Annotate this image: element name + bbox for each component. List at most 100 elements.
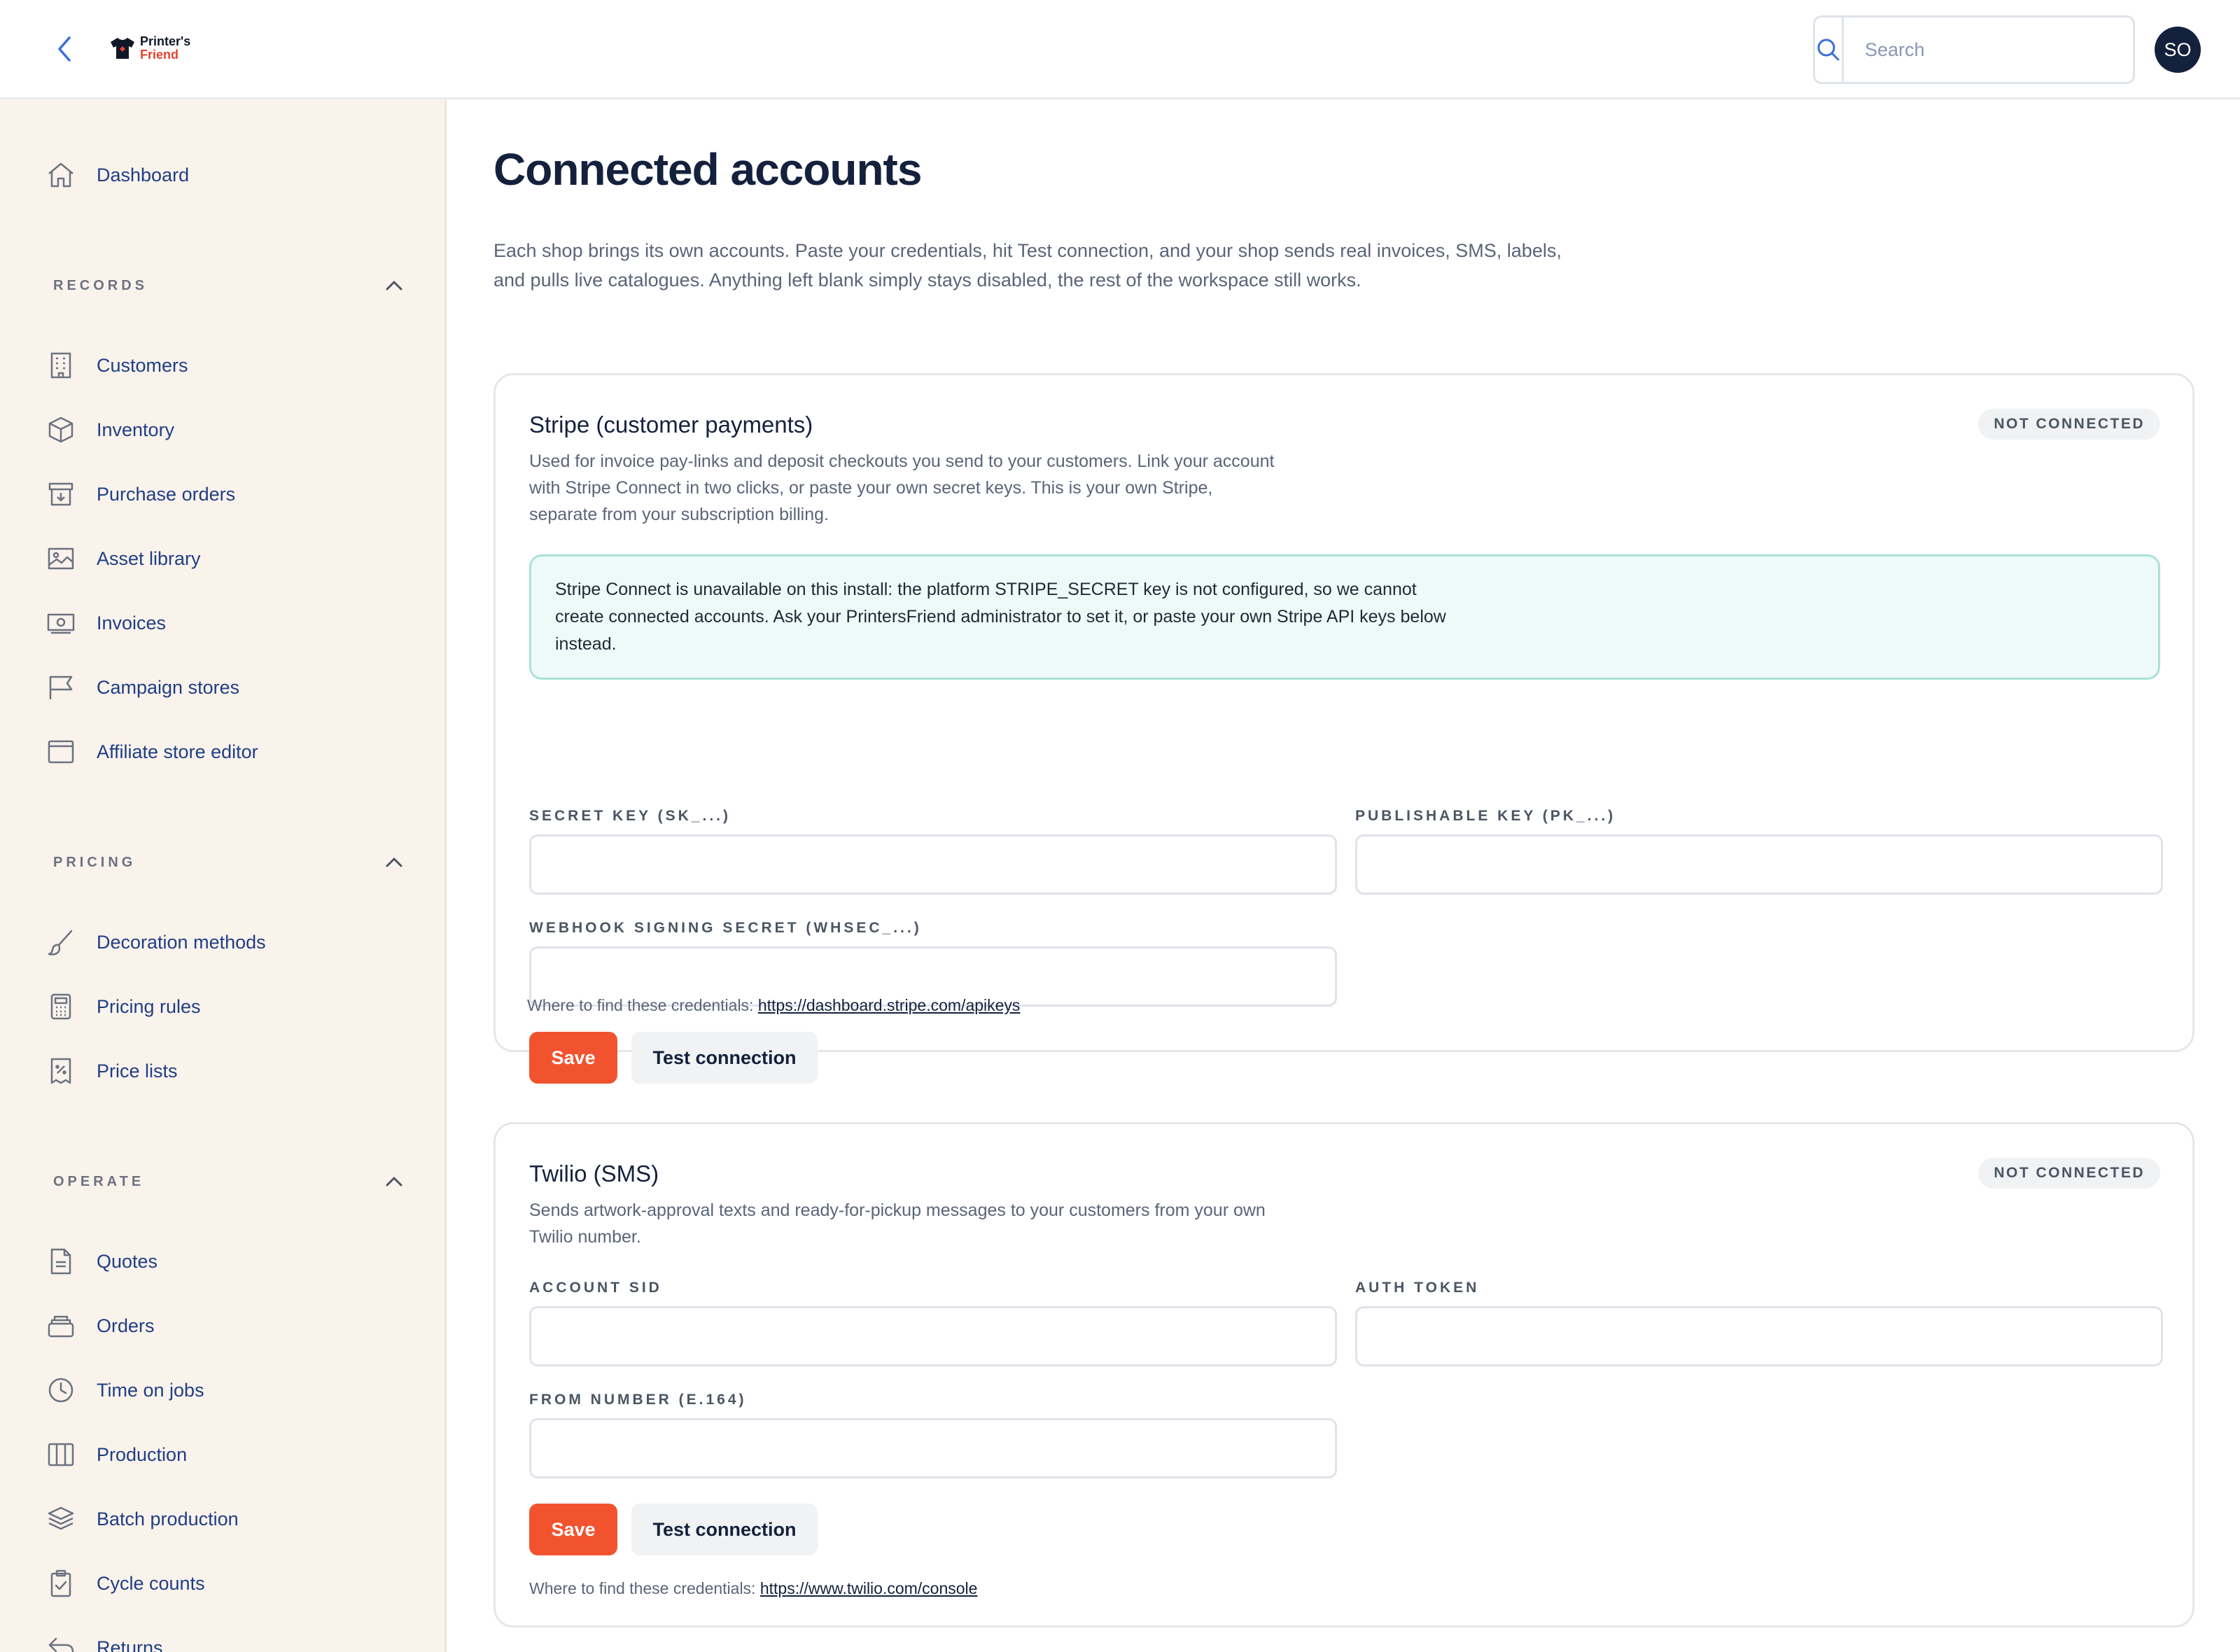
stripe-apikeys-link[interactable]: https://dashboard.stripe.com/apikeys [758, 996, 1021, 1014]
field-label: WEBHOOK SIGNING SECRET (WHSEC_...) [529, 920, 922, 936]
test-connection-button[interactable]: Test connection [631, 1032, 818, 1084]
search-icon[interactable] [1815, 18, 1844, 82]
sidebar-item-orders[interactable]: Orders [45, 1305, 155, 1347]
sidebar-label: Batch production [97, 1508, 239, 1530]
sidebar-label: Production [97, 1443, 188, 1465]
sidebar-label: Affiliate store editor [97, 741, 258, 762]
from-number-input[interactable] [529, 1418, 1337, 1478]
auth-token-input[interactable] [1355, 1306, 2163, 1366]
columns-icon [45, 1438, 77, 1471]
sidebar-item-inventory[interactable]: Inventory [45, 409, 174, 451]
chevron-up-icon [386, 281, 402, 290]
credentials-help: Where to find these credentials: https:/… [529, 1579, 977, 1598]
page-title: Connected accounts [493, 144, 922, 195]
clock-icon [45, 1374, 77, 1406]
sidebar-item-invoices[interactable]: Invoices [45, 602, 166, 644]
brush-icon [45, 926, 77, 958]
sidebar-item-campaign-stores[interactable]: Campaign stores [45, 666, 239, 708]
card-title: Twilio (SMS) [529, 1161, 659, 1186]
sidebar-label: Inventory [97, 419, 175, 440]
credentials-help: Where to find these credentials: https:/… [527, 996, 1020, 1015]
chevron-left-icon [58, 36, 71, 62]
section-toggle-records[interactable]: RECORDS [53, 272, 403, 300]
sidebar-item-dashboard[interactable]: Dashboard [45, 154, 189, 196]
sidebar-item-customers[interactable]: Customers [45, 344, 188, 386]
card-description: Sends artwork-approval texts and ready-f… [529, 1200, 1266, 1247]
sidebar-label: Dashboard [97, 164, 190, 186]
flag-icon [45, 671, 77, 704]
search-input[interactable] [1844, 18, 2134, 82]
credentials-help-text: Where to find these credentials: [527, 996, 754, 1014]
account-sid-input[interactable] [529, 1306, 1337, 1366]
field-label: PUBLISHABLE KEY (PK_...) [1355, 808, 1616, 824]
publishable-key-input[interactable] [1355, 834, 2163, 895]
sidebar-item-batch-production[interactable]: Batch production [45, 1498, 239, 1540]
sidebar-item-asset-library[interactable]: Asset library [45, 538, 201, 580]
section-toggle-operate[interactable]: OPERATE [53, 1168, 403, 1196]
test-connection-button[interactable]: Test connection [631, 1504, 818, 1555]
sidebar-item-decoration-methods[interactable]: Decoration methods [45, 921, 266, 963]
sidebar-item-quotes[interactable]: Quotes [45, 1240, 158, 1282]
sidebar-label: Campaign stores [97, 676, 240, 698]
field-label: AUTH TOKEN [1355, 1280, 1480, 1296]
return-arrow-icon [45, 1632, 77, 1652]
secret-key-input[interactable] [529, 834, 1337, 895]
status-badge: NOT CONNECTED [1978, 1158, 2160, 1189]
card-description: Used for invoice pay-links and deposit c… [529, 451, 1275, 524]
sidebar-label: Pricing rules [97, 995, 201, 1017]
sidebar-label: Orders [97, 1315, 155, 1336]
sidebar-label: Time on jobs [97, 1379, 204, 1401]
stripe-card: Stripe (customer payments) NOT CONNECTED… [493, 373, 2194, 1084]
notice-text: Stripe Connect is unavailable on this in… [555, 580, 1446, 654]
logo-text-line2: Friend [140, 48, 179, 62]
sidebar-label: Purchase orders [97, 483, 236, 505]
layers-icon [45, 1503, 77, 1535]
sidebar-item-production[interactable]: Production [45, 1434, 187, 1476]
box-icon [45, 414, 77, 446]
card-title: Stripe (customer payments) [529, 412, 813, 438]
sidebar-item-cycle-counts[interactable]: Cycle counts [45, 1562, 205, 1604]
save-button[interactable]: Save [529, 1504, 617, 1555]
home-icon [45, 159, 77, 191]
sidebar-item-pricing-rules[interactable]: Pricing rules [45, 986, 201, 1028]
user-avatar[interactable]: SO [2155, 27, 2201, 73]
stripe-connect-notice: Stripe Connect is unavailable on this in… [529, 554, 2160, 680]
image-icon [45, 542, 77, 575]
calculator-icon [45, 990, 77, 1023]
tshirt-logo-icon [111, 38, 134, 59]
field-label: SECRET KEY (SK_...) [529, 808, 731, 824]
sidebar-label: Customers [97, 354, 188, 376]
search-box [1813, 15, 2135, 84]
sidebar-label: Asset library [97, 547, 201, 569]
twilio-card: Twilio (SMS) NOT CONNECTED Sends artwork… [493, 1122, 2194, 1628]
sidebar-label: Quotes [97, 1250, 158, 1272]
field-label: FROM NUMBER (E.164) [529, 1392, 747, 1408]
sidebar-item-time-on-jobs[interactable]: Time on jobs [45, 1369, 204, 1411]
section-title: PRICING [53, 854, 136, 870]
stack-icon [45, 1310, 77, 1342]
section-title: RECORDS [53, 277, 148, 293]
sidebar-item-returns[interactable]: Returns [45, 1627, 163, 1652]
sidebar-item-price-lists[interactable]: Price lists [45, 1050, 178, 1092]
sidebar-label: Cycle counts [97, 1572, 205, 1594]
twilio-console-link[interactable]: https://www.twilio.com/console [760, 1579, 978, 1597]
clipboard-icon [45, 1567, 77, 1600]
document-icon [45, 1245, 77, 1278]
sidebar-label: Returns [97, 1637, 163, 1652]
browser-icon [45, 736, 77, 768]
sidebar-label: Price lists [97, 1060, 178, 1082]
credentials-help-text: Where to find these credentials: [529, 1579, 756, 1597]
section-toggle-pricing[interactable]: PRICING [53, 848, 403, 876]
receipt-icon [45, 1055, 77, 1087]
building-icon [45, 349, 77, 382]
page-description: Each shop brings its own accounts. Paste… [493, 240, 1562, 290]
sidebar-label: Decoration methods [97, 931, 266, 953]
section-title: OPERATE [53, 1173, 145, 1189]
sidebar-item-purchase-orders[interactable]: Purchase orders [45, 473, 235, 515]
save-button[interactable]: Save [529, 1032, 617, 1084]
back-button[interactable] [49, 34, 80, 64]
sidebar-item-affiliate-store-editor[interactable]: Affiliate store editor [45, 731, 258, 773]
app-logo[interactable]: Printer's Friend [109, 35, 190, 62]
archive-icon [45, 478, 77, 510]
main-content: Connected accounts Each shop brings its … [449, 102, 2240, 1652]
